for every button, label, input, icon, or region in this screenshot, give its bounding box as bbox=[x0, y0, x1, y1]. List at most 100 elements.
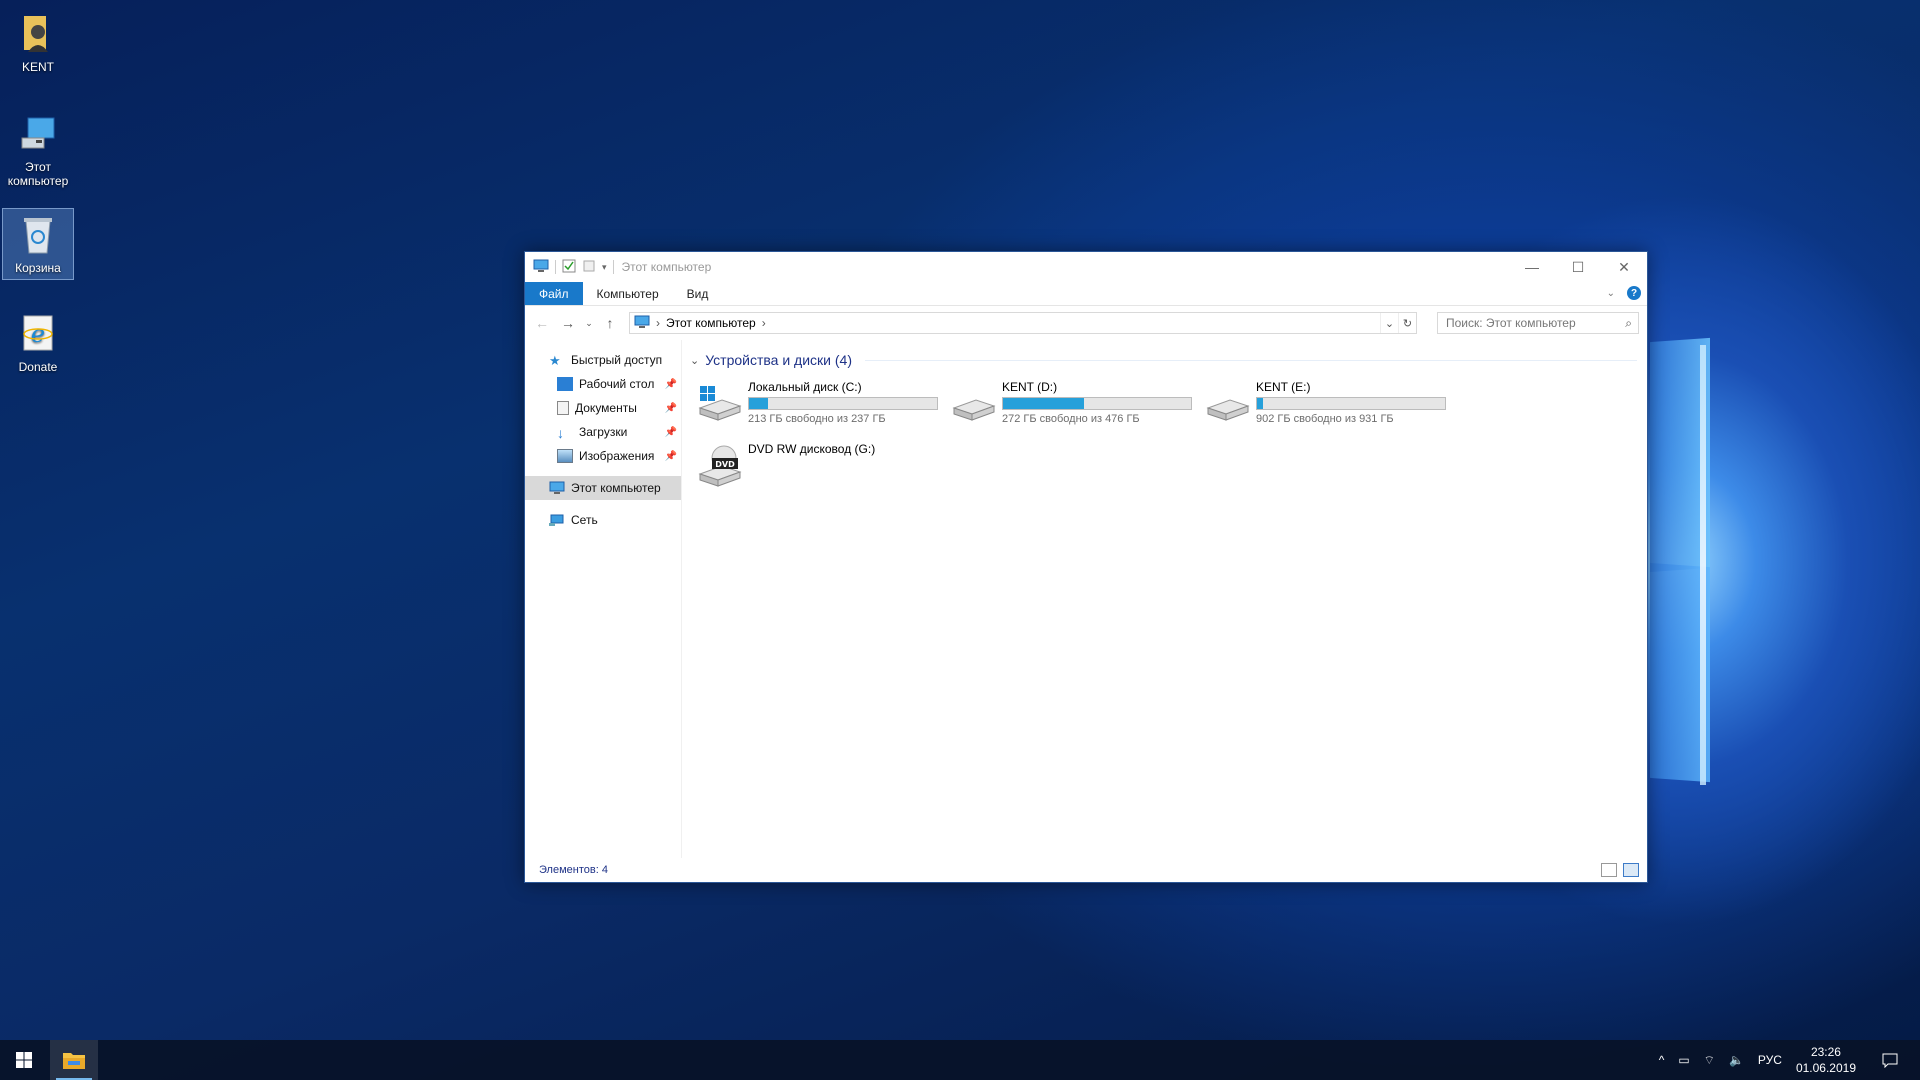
maximize-button[interactable]: ☐ bbox=[1555, 252, 1601, 282]
nav-quick-access[interactable]: ★ Быстрый доступ bbox=[525, 348, 681, 372]
nav-label: Загрузки bbox=[579, 425, 628, 439]
hard-drive-icon bbox=[952, 382, 996, 426]
file-list: ⌄ Устройства и диски (4) Локальный диск … bbox=[682, 340, 1647, 858]
system-tray: ^ ▭ ⌔ 🔈 РУС 23:26 01.06.2019 bbox=[1659, 1040, 1920, 1080]
volume-icon[interactable]: 🔈 bbox=[1729, 1053, 1744, 1067]
large-icons-view-button[interactable] bbox=[1623, 863, 1639, 877]
dvd-drive-icon: DVD bbox=[698, 444, 742, 488]
drive-name: KENT (E:) bbox=[1256, 380, 1311, 394]
input-language[interactable]: РУС bbox=[1758, 1053, 1782, 1067]
taskbar-file-explorer[interactable] bbox=[50, 1040, 98, 1080]
separator bbox=[612, 260, 614, 274]
tab-view[interactable]: Вид bbox=[673, 282, 723, 305]
windows-logo-icon bbox=[16, 1052, 32, 1068]
drive-item[interactable]: DVD DVD RW дисковод (G:) bbox=[698, 438, 952, 490]
customize-dropdown-icon[interactable]: ▾ bbox=[602, 262, 607, 273]
action-center-icon[interactable] bbox=[1870, 1052, 1910, 1068]
computer-icon bbox=[549, 481, 565, 495]
new-folder-icon[interactable] bbox=[582, 259, 596, 276]
forward-button[interactable]: → bbox=[557, 312, 579, 334]
chevron-down-icon[interactable]: ⌄ bbox=[690, 354, 699, 367]
pin-icon: 📌 bbox=[664, 402, 677, 414]
nav-label: Этот компьютер bbox=[571, 481, 661, 495]
separator bbox=[555, 260, 556, 274]
battery-icon[interactable]: ▭ bbox=[1678, 1053, 1689, 1067]
drive-usage-bar bbox=[1002, 397, 1192, 410]
drive-usage-bar bbox=[748, 397, 938, 410]
address-bar[interactable]: › Этот компьютер › ⌄ ↻ bbox=[629, 312, 1417, 334]
documents-icon bbox=[557, 401, 569, 415]
up-button[interactable]: ↑ bbox=[599, 312, 621, 334]
start-button[interactable] bbox=[0, 1040, 48, 1080]
recycle-bin-icon bbox=[18, 213, 58, 257]
computer-icon bbox=[18, 112, 58, 156]
minimize-button[interactable]: — bbox=[1509, 252, 1555, 282]
nav-label: Рабочий стол bbox=[579, 377, 655, 391]
window-title: Этот компьютер bbox=[621, 260, 712, 274]
desktop-icon-this-pc[interactable]: Этот компьютер bbox=[2, 108, 74, 192]
drive-item[interactable]: KENT (D:) 272 ГБ свободно из 476 ГБ bbox=[952, 376, 1206, 428]
clock-time: 23:26 bbox=[1810, 1045, 1841, 1059]
svg-text:e: e bbox=[31, 320, 45, 348]
desktop-folder-icon bbox=[557, 377, 573, 391]
nav-label: Быстрый доступ bbox=[571, 353, 663, 367]
wallpaper-beam bbox=[1650, 337, 1710, 573]
search-box[interactable]: Поиск: Этот компьютер ⌕ bbox=[1437, 312, 1639, 334]
back-button[interactable]: ← bbox=[531, 312, 553, 334]
clock[interactable]: 23:26 01.06.2019 bbox=[1796, 1044, 1856, 1076]
pin-icon: 📌 bbox=[664, 426, 677, 438]
nav-downloads[interactable]: ↓ Загрузки 📌 bbox=[525, 420, 681, 444]
nav-network[interactable]: Сеть bbox=[525, 508, 681, 532]
status-bar: Элементов: 4 bbox=[525, 858, 1647, 882]
drive-usage-bar bbox=[1256, 397, 1446, 410]
taskbar: ^ ▭ ⌔ 🔈 РУС 23:26 01.06.2019 bbox=[0, 1040, 1920, 1080]
desktop-icon-donate[interactable]: e Donate bbox=[2, 308, 74, 378]
drive-free-space: 902 ГБ свободно из 931 ГБ bbox=[1256, 413, 1394, 425]
wifi-icon[interactable]: ⌔ bbox=[1704, 1053, 1715, 1068]
breadcrumb-separator[interactable]: › bbox=[656, 316, 660, 330]
pin-icon: 📌 bbox=[664, 450, 677, 462]
breadcrumb-this-pc[interactable]: Этот компьютер bbox=[666, 316, 756, 330]
details-view-button[interactable] bbox=[1601, 863, 1617, 877]
nav-documents[interactable]: Документы 📌 bbox=[525, 396, 681, 420]
item-count: Элементов: 4 bbox=[539, 864, 608, 876]
recent-locations-button[interactable]: ⌄ bbox=[583, 312, 595, 334]
group-header-devices[interactable]: ⌄ Устройства и диски (4) bbox=[690, 350, 1637, 370]
nav-label: Сеть bbox=[571, 513, 598, 527]
title-bar[interactable]: ▾ Этот компьютер — ☐ ✕ bbox=[525, 252, 1647, 282]
explorer-window: ▾ Этот компьютер — ☐ ✕ Файл Компьютер Ви… bbox=[524, 251, 1648, 883]
desktop-icon-label: KENT bbox=[21, 60, 54, 74]
help-icon[interactable]: ? bbox=[1627, 286, 1641, 300]
nav-label: Документы bbox=[575, 401, 637, 415]
clock-date: 01.06.2019 bbox=[1795, 1061, 1856, 1075]
nav-pictures[interactable]: Изображения 📌 bbox=[525, 444, 681, 468]
refresh-icon[interactable]: ↻ bbox=[1398, 313, 1416, 333]
navigation-bar: ← → ⌄ ↑ › Этот компьютер › ⌄ ↻ Поиск: Эт… bbox=[525, 306, 1647, 340]
nav-this-pc[interactable]: Этот компьютер bbox=[525, 476, 681, 500]
breadcrumb-separator[interactable]: › bbox=[762, 316, 766, 330]
desktop-icon-recycle-bin[interactable]: Корзина bbox=[2, 208, 74, 280]
drive-item[interactable]: Локальный диск (C:) 213 ГБ свободно из 2… bbox=[698, 376, 952, 428]
drive-free-space: 272 ГБ свободно из 476 ГБ bbox=[1002, 413, 1140, 425]
drive-name: DVD RW дисковод (G:) bbox=[748, 442, 876, 456]
drive-free-space: 213 ГБ свободно из 237 ГБ bbox=[748, 413, 886, 425]
nav-label: Изображения bbox=[579, 449, 655, 463]
navigation-pane: ★ Быстрый доступ Рабочий стол 📌 Документ… bbox=[525, 340, 681, 858]
tab-computer[interactable]: Компьютер bbox=[583, 282, 673, 305]
nav-desktop[interactable]: Рабочий стол 📌 bbox=[525, 372, 681, 396]
show-hidden-icons-icon[interactable]: ^ bbox=[1659, 1053, 1665, 1067]
desktop-icon-label: Donate bbox=[18, 360, 58, 374]
search-input[interactable]: Поиск: Этот компьютер bbox=[1446, 316, 1576, 330]
wallpaper-beam bbox=[1700, 345, 1706, 785]
close-button[interactable]: ✕ bbox=[1601, 252, 1647, 282]
pin-icon: 📌 bbox=[664, 378, 677, 390]
drive-item[interactable]: KENT (E:) 902 ГБ свободно из 931 ГБ bbox=[1206, 376, 1460, 428]
ribbon-tabs: Файл Компьютер Вид ⌄ ? bbox=[525, 282, 1647, 306]
expand-ribbon-icon[interactable]: ⌄ bbox=[1607, 288, 1615, 299]
address-dropdown-icon[interactable]: ⌄ bbox=[1380, 313, 1398, 333]
tab-file[interactable]: Файл bbox=[525, 282, 583, 305]
properties-icon[interactable] bbox=[562, 259, 576, 276]
desktop-icon-label: Корзина bbox=[15, 261, 61, 275]
desktop-icon-kent[interactable]: KENT bbox=[2, 8, 74, 78]
search-icon[interactable]: ⌕ bbox=[1625, 316, 1632, 331]
